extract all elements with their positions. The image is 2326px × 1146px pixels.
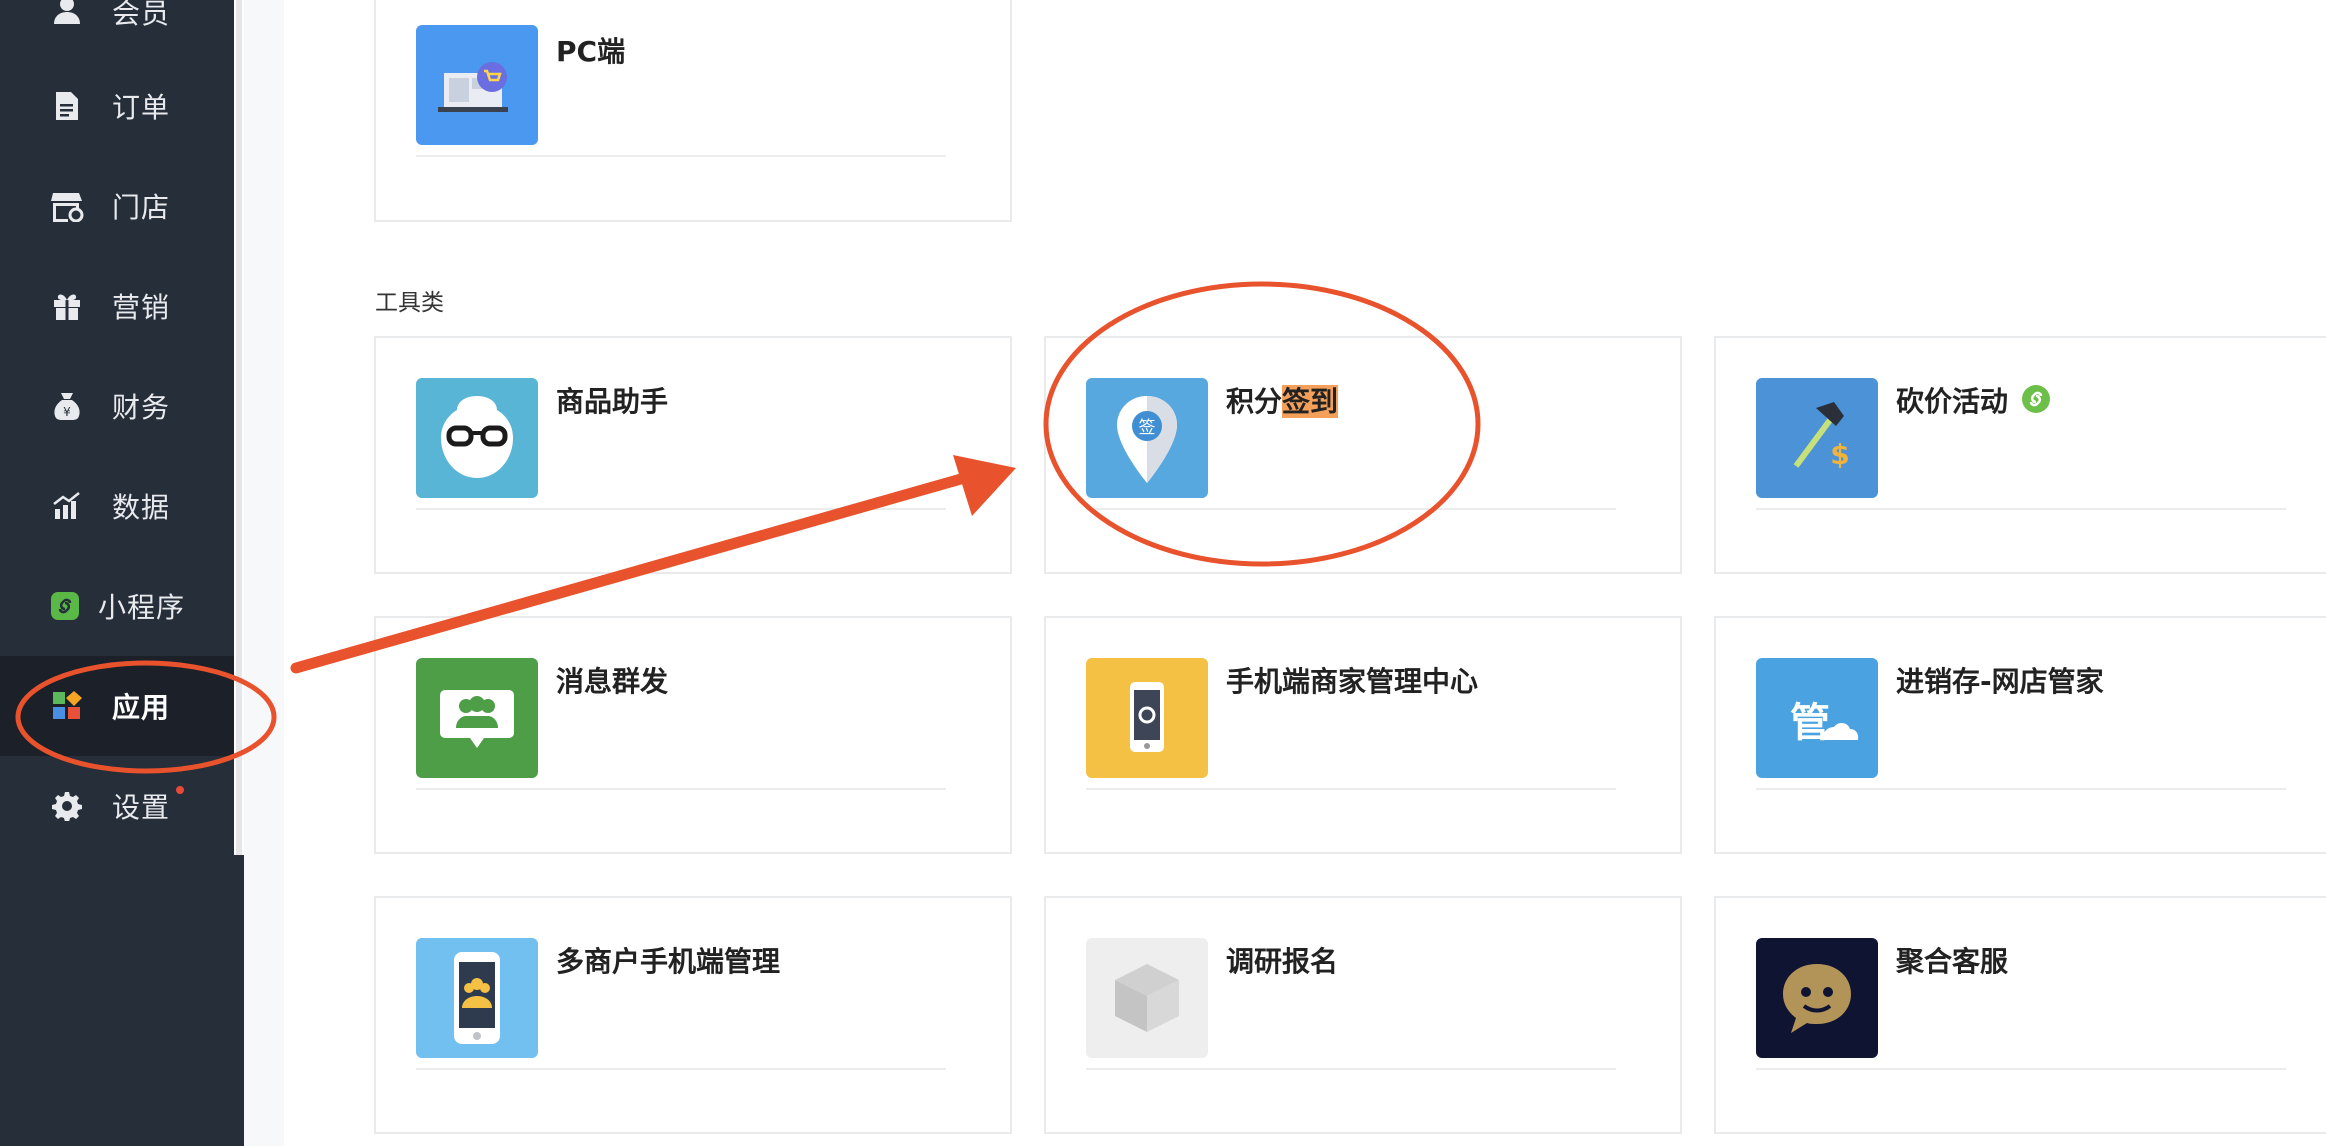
- divider: [1086, 1068, 1616, 1070]
- axe-dollar-icon: $: [1756, 378, 1878, 498]
- app-card-multi-merchant-mobile[interactable]: 多商户手机端管理: [374, 896, 1012, 1134]
- app-card-pc[interactable]: PC端: [374, 0, 1012, 222]
- sidebar-item-label: 数据: [112, 491, 171, 524]
- checkin-pin-icon: 签: [1086, 378, 1208, 498]
- section-title-tools: 工具类: [375, 290, 444, 316]
- app-card-bargain[interactable]: $ 砍价活动: [1714, 336, 2326, 574]
- app-card-group-message[interactable]: 消息群发: [374, 616, 1012, 854]
- svg-text:签: 签: [1139, 418, 1156, 438]
- mini-program-icon: [48, 589, 82, 623]
- app-card-title: 多商户手机端管理: [556, 945, 781, 978]
- sidebar-item-label: 门店: [112, 191, 171, 224]
- document-icon: [50, 89, 84, 123]
- title-text: 砍价活动: [1896, 385, 2009, 418]
- app-card-title: 进销存-网店管家: [1896, 665, 2104, 698]
- app-card-title: 砍价活动: [1896, 380, 2051, 420]
- app-card-title: 商品助手: [556, 385, 669, 418]
- app-card-title: 消息群发: [556, 665, 669, 698]
- app-card-title: 手机端商家管理中心: [1226, 665, 1479, 698]
- app-card-mobile-merchant-center[interactable]: 手机端商家管理中心: [1044, 616, 1682, 854]
- app-card-points-checkin[interactable]: 签 积分签到: [1044, 336, 1682, 574]
- apps-icon: [50, 689, 84, 723]
- sidebar-item-label: 财务: [112, 391, 171, 424]
- sidebar-item-settings[interactable]: 设置: [0, 756, 234, 856]
- phone-settings-icon: [1086, 658, 1208, 778]
- divider: [1086, 788, 1616, 790]
- sidebar-item-label: 订单: [112, 91, 171, 124]
- sidebar-item-finance[interactable]: ¥ 财务: [0, 356, 234, 456]
- group-message-icon: [416, 658, 538, 778]
- sidebar-item-label: 应用: [112, 691, 171, 724]
- chart-icon: [50, 489, 84, 523]
- user-icon: [50, 0, 84, 27]
- customer-service-icon: [1756, 938, 1878, 1058]
- sidebar-item-label: 会员: [112, 0, 171, 30]
- notification-dot: [176, 786, 184, 794]
- sidebar-item-apps[interactable]: 应用: [0, 656, 234, 756]
- app-card-title: 调研报名: [1226, 945, 1339, 978]
- sidebar-scrollbar-thumb[interactable]: [236, 0, 242, 855]
- pc-shop-icon: [416, 25, 538, 145]
- gear-icon: [50, 789, 84, 823]
- sidebar-item-label: 小程序: [98, 591, 186, 624]
- sidebar-item-stores[interactable]: 门店: [0, 156, 234, 256]
- divider: [416, 155, 946, 157]
- svg-text:¥: ¥: [63, 405, 71, 419]
- glasses-icon: [416, 378, 538, 498]
- sidebar-item-mini-program[interactable]: 小程序: [0, 556, 234, 656]
- divider: [416, 788, 946, 790]
- sidebar-item-orders[interactable]: 订单: [0, 56, 234, 156]
- sidebar-item-data[interactable]: 数据: [0, 456, 234, 556]
- mini-program-badge-icon: [2022, 385, 2051, 413]
- divider: [416, 1068, 946, 1070]
- svg-text:$: $: [1830, 438, 1849, 471]
- sidebar-item-marketing[interactable]: 营销: [0, 256, 234, 356]
- sidebar: 会员 订单 门店 营销 ¥ 财务 数据 小程序 应用 设置: [0, 0, 244, 1146]
- title-part: 积分: [1226, 385, 1283, 418]
- money-bag-icon: ¥: [50, 389, 84, 423]
- app-card-title: PC端: [556, 35, 626, 68]
- app-card-inventory-manager[interactable]: 管 进销存-网店管家: [1714, 616, 2326, 854]
- app-card-survey-signup[interactable]: 调研报名: [1044, 896, 1682, 1134]
- divider: [1086, 508, 1616, 510]
- box-icon: [1086, 938, 1208, 1058]
- cloud-manager-icon: 管: [1756, 658, 1878, 778]
- phone-merchants-icon: [416, 938, 538, 1058]
- divider: [1756, 788, 2286, 790]
- sidebar-item-label: 营销: [112, 291, 171, 324]
- divider: [416, 508, 946, 510]
- sidebar-item-label: 设置: [112, 791, 171, 824]
- store-icon: [50, 189, 84, 223]
- app-card-product-assistant[interactable]: 商品助手: [374, 336, 1012, 574]
- app-card-title: 聚合客服: [1896, 945, 2009, 978]
- gift-icon: [50, 289, 84, 323]
- title-highlight: 签到: [1282, 385, 1339, 418]
- divider: [1756, 1068, 2286, 1070]
- app-card-unified-customer-service[interactable]: 聚合客服: [1714, 896, 2326, 1134]
- app-card-title: 积分签到: [1226, 380, 1339, 420]
- divider: [1756, 508, 2286, 510]
- sidebar-item-members[interactable]: 会员: [0, 0, 234, 60]
